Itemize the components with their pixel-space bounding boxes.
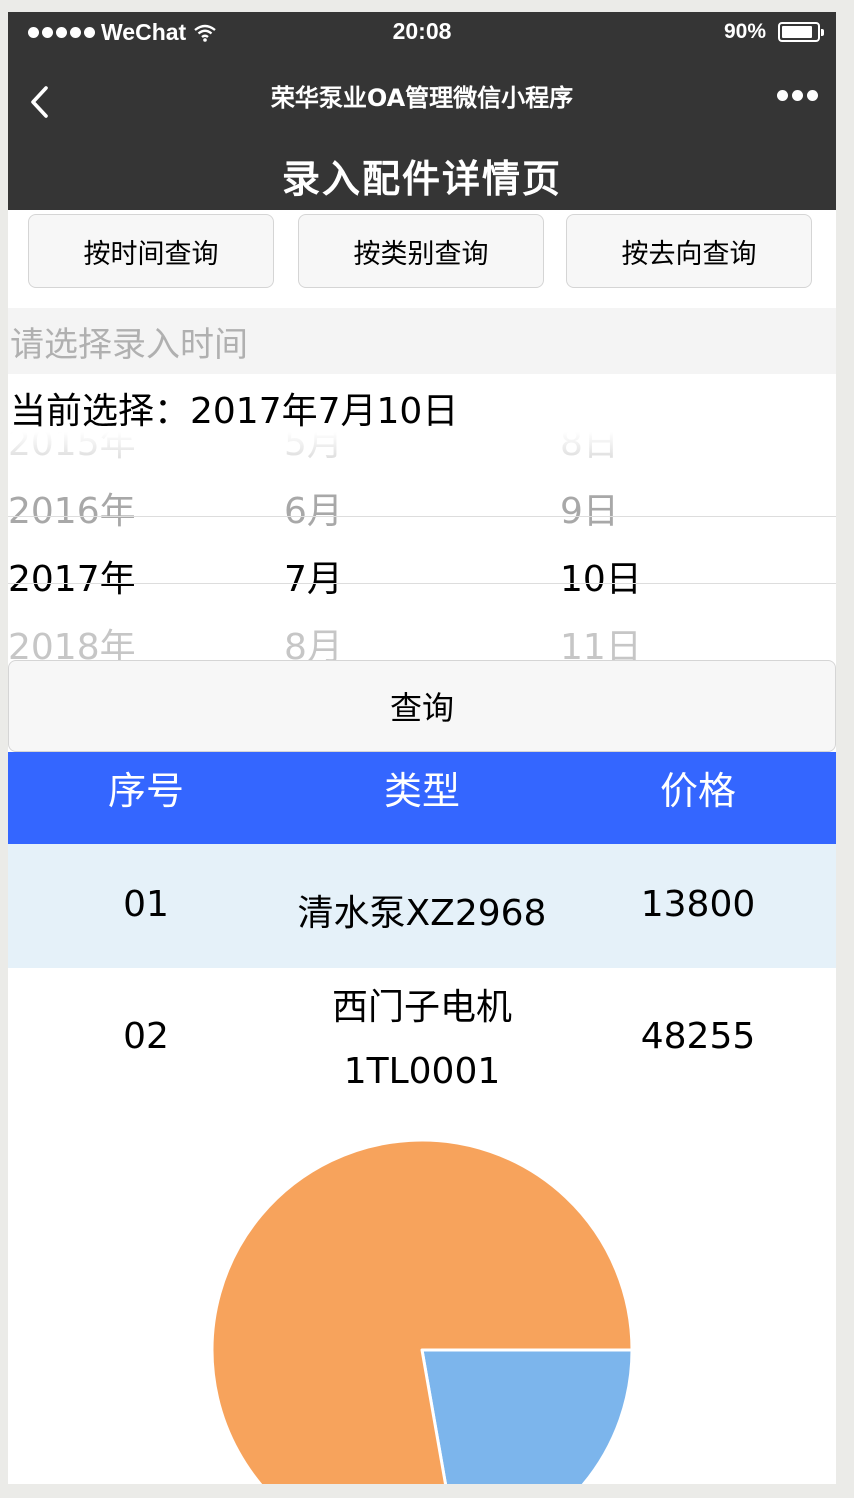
table-header: 序号 类型 价格	[8, 752, 836, 844]
battery-group: 90%	[723, 20, 824, 44]
row-type: 清水泵XZ2968	[297, 893, 547, 934]
header-type: 类型	[383, 769, 460, 813]
month-option-selected[interactable]: 7月	[284, 546, 343, 614]
app-title: 荣华泵业OA管理微信小程序	[270, 84, 574, 112]
battery-percent: 90%	[723, 20, 766, 43]
query-by-time-button[interactable]: 按时间查询	[28, 214, 274, 288]
row-type-line1: 西门子电机	[331, 987, 512, 1028]
date-picker[interactable]: 2015年 2016年 2017年 2018年 5月 6月 7月 8月 8日 9…	[8, 432, 836, 664]
month-option[interactable]: 8月	[284, 614, 343, 664]
row-type: 西门子电机 1TL0001	[284, 976, 560, 1104]
battery-nub	[821, 29, 824, 36]
year-option-selected[interactable]: 2017年	[8, 546, 136, 614]
row-price: 48255	[640, 1016, 756, 1057]
table-row: 02 西门子电机 1TL0001 48255	[8, 968, 836, 1100]
row-type-line2: 1TL0001	[343, 1051, 501, 1092]
day-option[interactable]: 9日	[560, 478, 619, 546]
query-button[interactable]: 查询	[8, 660, 836, 752]
day-option-selected[interactable]: 10日	[560, 546, 642, 614]
phone-screen: WeChat 20:08 90% 荣华泵业OA管理微信小程序 录入配件详情页 按…	[8, 12, 836, 1484]
filter-button-row: 按时间查询 按类别查询 按去向查询	[8, 214, 836, 292]
day-option[interactable]: 11日	[560, 614, 642, 664]
query-by-destination-button[interactable]: 按去向查询	[566, 214, 812, 288]
picker-fade-mask	[8, 432, 836, 468]
year-option[interactable]: 2018年	[8, 614, 136, 664]
status-bar: WeChat 20:08 90%	[8, 12, 836, 52]
row-index: 01	[123, 884, 169, 925]
page-title: 录入配件详情页	[281, 157, 562, 201]
navigation-bar: 荣华泵业OA管理微信小程序 录入配件详情页	[8, 52, 836, 210]
table-row: 01 清水泵XZ2968 13800	[8, 844, 836, 968]
picker-label: 请选择录入时间	[8, 308, 836, 374]
month-option[interactable]: 6月	[284, 478, 343, 546]
year-option[interactable]: 2016年	[8, 478, 136, 546]
picker-indicator-line	[8, 583, 836, 584]
header-index: 序号	[107, 769, 184, 813]
clock: 20:08	[392, 18, 452, 44]
row-price: 13800	[640, 884, 756, 925]
more-options-icon[interactable]	[777, 90, 818, 101]
query-by-category-button[interactable]: 按类别查询	[298, 214, 544, 288]
pie-slice[interactable]	[420, 1348, 634, 1484]
price-pie-chart	[210, 1138, 634, 1484]
picker-indicator-line	[8, 516, 836, 517]
row-index: 02	[123, 1016, 169, 1057]
header-price: 价格	[659, 769, 736, 813]
battery-fill	[782, 26, 813, 38]
current-selection-text: 当前选择：2017年7月10日	[10, 391, 459, 432]
battery-icon	[778, 22, 824, 42]
